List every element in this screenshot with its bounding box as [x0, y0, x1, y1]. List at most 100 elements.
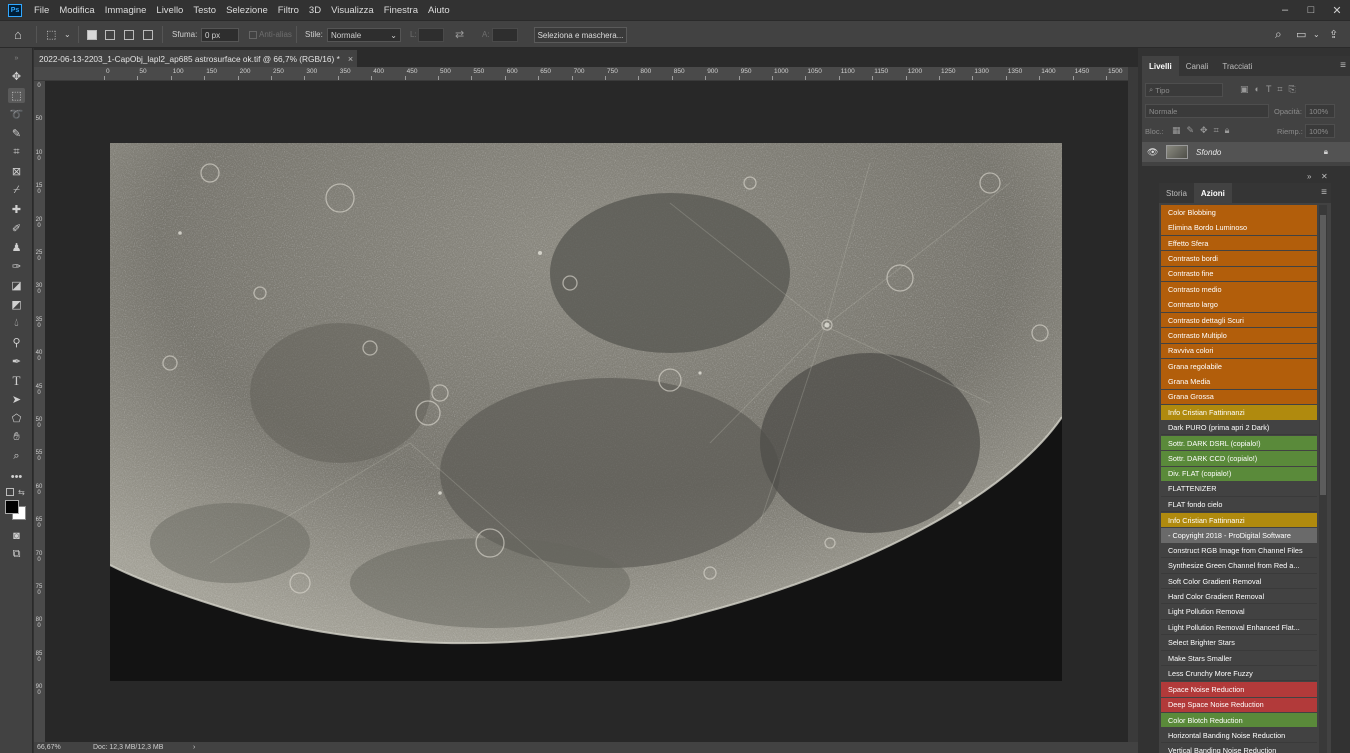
- default-colors-icon[interactable]: [6, 488, 14, 496]
- action-item[interactable]: FLATTENIZER: [1161, 482, 1317, 497]
- type-tool-icon[interactable]: T: [8, 373, 25, 388]
- workspace-icon[interactable]: ▭: [1296, 21, 1306, 48]
- action-item[interactable]: Sottr. DARK DSRL (copialo!): [1161, 435, 1317, 451]
- width-input[interactable]: [418, 28, 444, 42]
- action-item[interactable]: Ravviva colori: [1161, 343, 1317, 359]
- action-item[interactable]: Light Pollution Removal Enhanced Flat...: [1161, 620, 1317, 636]
- path-select-icon[interactable]: ➤: [8, 392, 25, 407]
- action-item[interactable]: Vertical Banding Noise Reduction: [1161, 743, 1317, 753]
- shape-tool-icon[interactable]: ⬠: [8, 411, 25, 426]
- vertical-ruler[interactable]: 0 50 100 150 200 250 300 350 400 450 500 550 600 650 7…: [34, 81, 45, 742]
- action-item[interactable]: Construct RGB Image from Channel Files: [1161, 543, 1317, 559]
- collapse-panel-icon[interactable]: »: [1307, 172, 1311, 181]
- crop-tool-icon[interactable]: ⌗: [8, 145, 25, 160]
- action-item[interactable]: Contrasto Multiplo: [1161, 328, 1317, 343]
- horizontal-ruler[interactable]: 0 50 100 150 200 250 300 350 400 450 500 550 600 650 7…: [34, 67, 1128, 81]
- action-item[interactable]: Info Cristian Fattinnanzi: [1161, 512, 1317, 528]
- chevron-right-icon[interactable]: ›: [193, 744, 195, 751]
- action-item[interactable]: Elimina Bordo Luminoso: [1161, 220, 1317, 235]
- action-item[interactable]: Make Stars Smaller: [1161, 651, 1317, 666]
- tab-tracciati[interactable]: Tracciati: [1215, 56, 1259, 76]
- layer-filter-input[interactable]: ⌕ Tipo: [1145, 83, 1223, 97]
- more-tools-icon[interactable]: •••: [8, 469, 25, 484]
- select-and-mask-button[interactable]: Seleziona e maschera...: [534, 27, 627, 43]
- antialias-checkbox[interactable]: [249, 31, 257, 39]
- marquee-tool-icon[interactable]: ⬚: [8, 88, 25, 103]
- subtract-selection-icon[interactable]: [124, 30, 134, 40]
- blend-mode-select[interactable]: Normale: [1145, 104, 1269, 118]
- action-item[interactable]: Contrasto fine: [1161, 266, 1317, 282]
- search-icon[interactable]: ⌕: [1275, 21, 1282, 48]
- frame-tool-icon[interactable]: ⊠: [8, 164, 25, 179]
- chevron-down-icon[interactable]: ⌄: [1313, 21, 1320, 48]
- eraser-tool-icon[interactable]: ◪: [8, 278, 25, 293]
- menu-visualizza[interactable]: Visualizza: [331, 5, 374, 16]
- brush-tool-icon[interactable]: ✐: [8, 221, 25, 236]
- tab-livelli[interactable]: Livelli: [1142, 56, 1179, 76]
- action-item[interactable]: Contrasto largo: [1161, 297, 1317, 312]
- zoom-level[interactable]: 66,67%: [37, 744, 93, 751]
- close-tab-icon[interactable]: ×: [348, 54, 353, 64]
- style-select[interactable]: Normale ⌄: [327, 28, 401, 42]
- close-panel-icon[interactable]: ✕: [1321, 172, 1328, 181]
- menu-immagine[interactable]: Immagine: [105, 5, 147, 16]
- document-tab[interactable]: 2022-06-13-2203_1-CapObj_lapl2_ap685 ast…: [34, 50, 357, 67]
- share-icon[interactable]: ⇪: [1329, 21, 1338, 48]
- action-item[interactable]: Sottr. DARK CCD (copialo!): [1161, 451, 1317, 466]
- action-item[interactable]: Soft Color Gradient Removal: [1161, 574, 1317, 589]
- eye-icon[interactable]: 👁︎: [1147, 147, 1158, 158]
- eyedropper-tool-icon[interactable]: ⌿: [8, 183, 25, 198]
- blur-tool-icon[interactable]: 💧︎: [8, 316, 25, 331]
- action-item[interactable]: Hard Color Gradient Removal: [1161, 589, 1317, 605]
- actions-scrollbar-thumb[interactable]: [1320, 215, 1326, 495]
- panel-menu-icon[interactable]: ≡: [1321, 187, 1327, 198]
- action-item[interactable]: Div. FLAT (copialo!): [1161, 466, 1317, 482]
- swap-icon[interactable]: ⇄: [455, 21, 464, 48]
- menu-file[interactable]: File: [34, 5, 49, 16]
- quick-select-tool-icon[interactable]: ✎: [8, 126, 25, 141]
- action-item[interactable]: Synthesize Green Channel from Red a...: [1161, 558, 1317, 574]
- quick-mask-icon[interactable]: ◙: [8, 528, 25, 543]
- action-item[interactable]: Horizontal Banding Noise Reduction: [1161, 728, 1317, 743]
- action-item[interactable]: Color Blobbing: [1161, 205, 1317, 220]
- action-item[interactable]: Contrasto bordi: [1161, 251, 1317, 266]
- marquee-preset-icon[interactable]: ⬚: [46, 21, 56, 48]
- action-item[interactable]: Info Cristian Fattinnanzi: [1161, 405, 1317, 420]
- swap-colors-icon[interactable]: ⇆: [18, 488, 25, 497]
- action-item[interactable]: Effetto Sfera: [1161, 235, 1317, 251]
- action-item[interactable]: Color Blotch Reduction: [1161, 712, 1317, 728]
- collapse-icon[interactable]: »: [8, 51, 25, 66]
- hand-tool-icon[interactable]: ✋︎: [8, 430, 25, 445]
- action-item[interactable]: - Copyright 2018 - ProDigital Software: [1161, 528, 1317, 543]
- action-item[interactable]: Space Noise Reduction: [1161, 682, 1317, 697]
- tab-azioni[interactable]: Azioni: [1193, 183, 1232, 203]
- lock-icons[interactable]: ▦✎✥⌗🔒︎: [1172, 125, 1235, 136]
- home-icon[interactable]: ⌂: [14, 21, 22, 48]
- new-selection-icon[interactable]: [87, 30, 97, 40]
- gradient-tool-icon[interactable]: ◩: [8, 297, 25, 312]
- canvas-area[interactable]: [45, 81, 1128, 742]
- vertical-scrollbar[interactable]: [1128, 67, 1138, 742]
- tab-storia[interactable]: Storia: [1159, 183, 1194, 203]
- action-item[interactable]: Dark PURO (prima apri 2 Dark): [1161, 420, 1317, 436]
- menu-selezione[interactable]: Selezione: [226, 5, 268, 16]
- pen-tool-icon[interactable]: ✒: [8, 354, 25, 369]
- action-item[interactable]: Contrasto medio: [1161, 281, 1317, 297]
- moon-image[interactable]: [110, 143, 1062, 681]
- menu-3d[interactable]: 3D: [309, 5, 321, 16]
- chevron-down-icon[interactable]: ⌄: [64, 21, 71, 48]
- action-item[interactable]: Less Crunchy More Fuzzy: [1161, 666, 1317, 682]
- menu-finestra[interactable]: Finestra: [384, 5, 418, 16]
- move-tool-icon[interactable]: ✥: [8, 69, 25, 84]
- layer-filter-icons[interactable]: ▣◐T⌗⎘: [1240, 84, 1302, 95]
- opacity-input[interactable]: 100%: [1305, 104, 1335, 118]
- fill-input[interactable]: 100%: [1305, 124, 1335, 138]
- menu-livello[interactable]: Livello: [156, 5, 183, 16]
- foreground-color-swatch[interactable]: [5, 500, 19, 514]
- action-item[interactable]: Grana Media: [1161, 374, 1317, 389]
- minimize-button[interactable]: –: [1272, 0, 1298, 20]
- panel-menu-icon[interactable]: ≡: [1340, 60, 1346, 71]
- action-item[interactable]: FLAT fondo cielo: [1161, 497, 1317, 513]
- action-item[interactable]: Select Brighter Stars: [1161, 635, 1317, 651]
- feather-input[interactable]: 0 px: [201, 28, 239, 42]
